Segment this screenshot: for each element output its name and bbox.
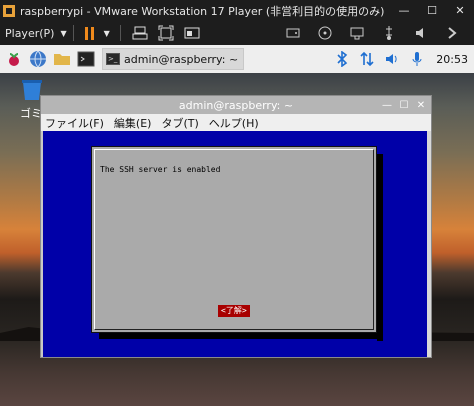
- dialog-shadow: [377, 154, 383, 341]
- terminal-window: admin@raspberry: ~ — ☐ ✕ ファイル(F) 編集(E) タ…: [40, 95, 432, 358]
- bluetooth-icon[interactable]: [334, 51, 350, 67]
- terminal-close-icon[interactable]: ✕: [414, 98, 428, 112]
- taskbar-terminal-button[interactable]: >_ admin@raspberry: ~: [102, 48, 245, 70]
- ok-button[interactable]: <了解>: [218, 305, 250, 317]
- microphone-icon[interactable]: [409, 51, 425, 67]
- raspberry-menu-icon[interactable]: [4, 49, 24, 69]
- chevron-down-icon: ▼: [60, 28, 67, 38]
- terminal-icon[interactable]: [76, 49, 96, 69]
- menu-help[interactable]: ヘルプ(H): [209, 115, 259, 131]
- divider: [119, 25, 121, 41]
- vmware-logo-icon: [2, 4, 16, 18]
- dialog-shadow: [99, 333, 383, 339]
- player-menu-button[interactable]: Player(P) ▼: [5, 27, 67, 40]
- minimize-icon[interactable]: —: [390, 0, 418, 21]
- arrow-right-icon[interactable]: [444, 24, 462, 42]
- vmware-toolbar: Player(P) ▼ ▼: [0, 21, 474, 45]
- window-title: raspberrypi - VMware Workstation 17 Play…: [20, 4, 385, 18]
- terminal-body[interactable]: The SSH server is enabled <了解>: [43, 131, 427, 357]
- fullscreen-icon[interactable]: [157, 24, 175, 42]
- menu-file[interactable]: ファイル(F): [45, 115, 104, 131]
- divider: [72, 25, 74, 41]
- terminal-scrollbar[interactable]: [427, 131, 431, 357]
- raspberry-pi-taskbar: >_ admin@raspberry: ~ 20:53: [0, 45, 474, 73]
- terminal-titlebar[interactable]: admin@raspberry: ~ — ☐ ✕: [41, 96, 431, 114]
- file-manager-icon[interactable]: [52, 49, 72, 69]
- dialog-message: The SSH server is enabled: [100, 165, 221, 174]
- close-icon[interactable]: ✕: [446, 0, 474, 21]
- network-transfer-icon[interactable]: [359, 51, 375, 67]
- terminal-title: admin@raspberry: ~: [178, 98, 294, 112]
- menu-edit[interactable]: 編集(E): [114, 115, 152, 131]
- dialog-frame: [94, 149, 374, 330]
- terminal-maximize-icon[interactable]: ☐: [397, 98, 411, 112]
- terminal-menubar: ファイル(F) 編集(E) タブ(T) ヘルプ(H): [41, 114, 431, 131]
- usb-device-icon[interactable]: [380, 24, 398, 42]
- cd-drive-icon[interactable]: [316, 24, 334, 42]
- vmware-titlebar: raspberrypi - VMware Workstation 17 Play…: [0, 0, 474, 21]
- power-options-chevron-icon[interactable]: ▼: [104, 29, 110, 38]
- terminal-minimize-icon[interactable]: —: [380, 98, 394, 112]
- desktop: ゴミ admin@raspberry: ~ — ☐ ✕ ファイル(F) 編集(E…: [0, 73, 474, 406]
- clock: 20:53: [436, 52, 468, 66]
- sound-card-icon[interactable]: [412, 24, 430, 42]
- terminal-icon: >_: [106, 53, 120, 65]
- web-browser-icon[interactable]: [28, 49, 48, 69]
- volume-icon[interactable]: [384, 51, 400, 67]
- unity-mode-icon[interactable]: [183, 24, 201, 42]
- pause-button[interactable]: [80, 24, 100, 42]
- hard-disk-icon[interactable]: [284, 24, 302, 42]
- message-dialog: The SSH server is enabled <了解>: [91, 146, 377, 333]
- trash-label: ゴミ: [20, 107, 42, 120]
- player-menu-label: Player(P): [5, 26, 55, 40]
- network-adapter-icon[interactable]: [348, 24, 366, 42]
- menu-tabs[interactable]: タブ(T): [161, 115, 198, 131]
- maximize-icon[interactable]: ☐: [418, 0, 446, 21]
- taskbar-terminal-label: admin@raspberry: ~: [124, 52, 239, 66]
- send-ctrl-alt-del-icon[interactable]: [131, 24, 149, 42]
